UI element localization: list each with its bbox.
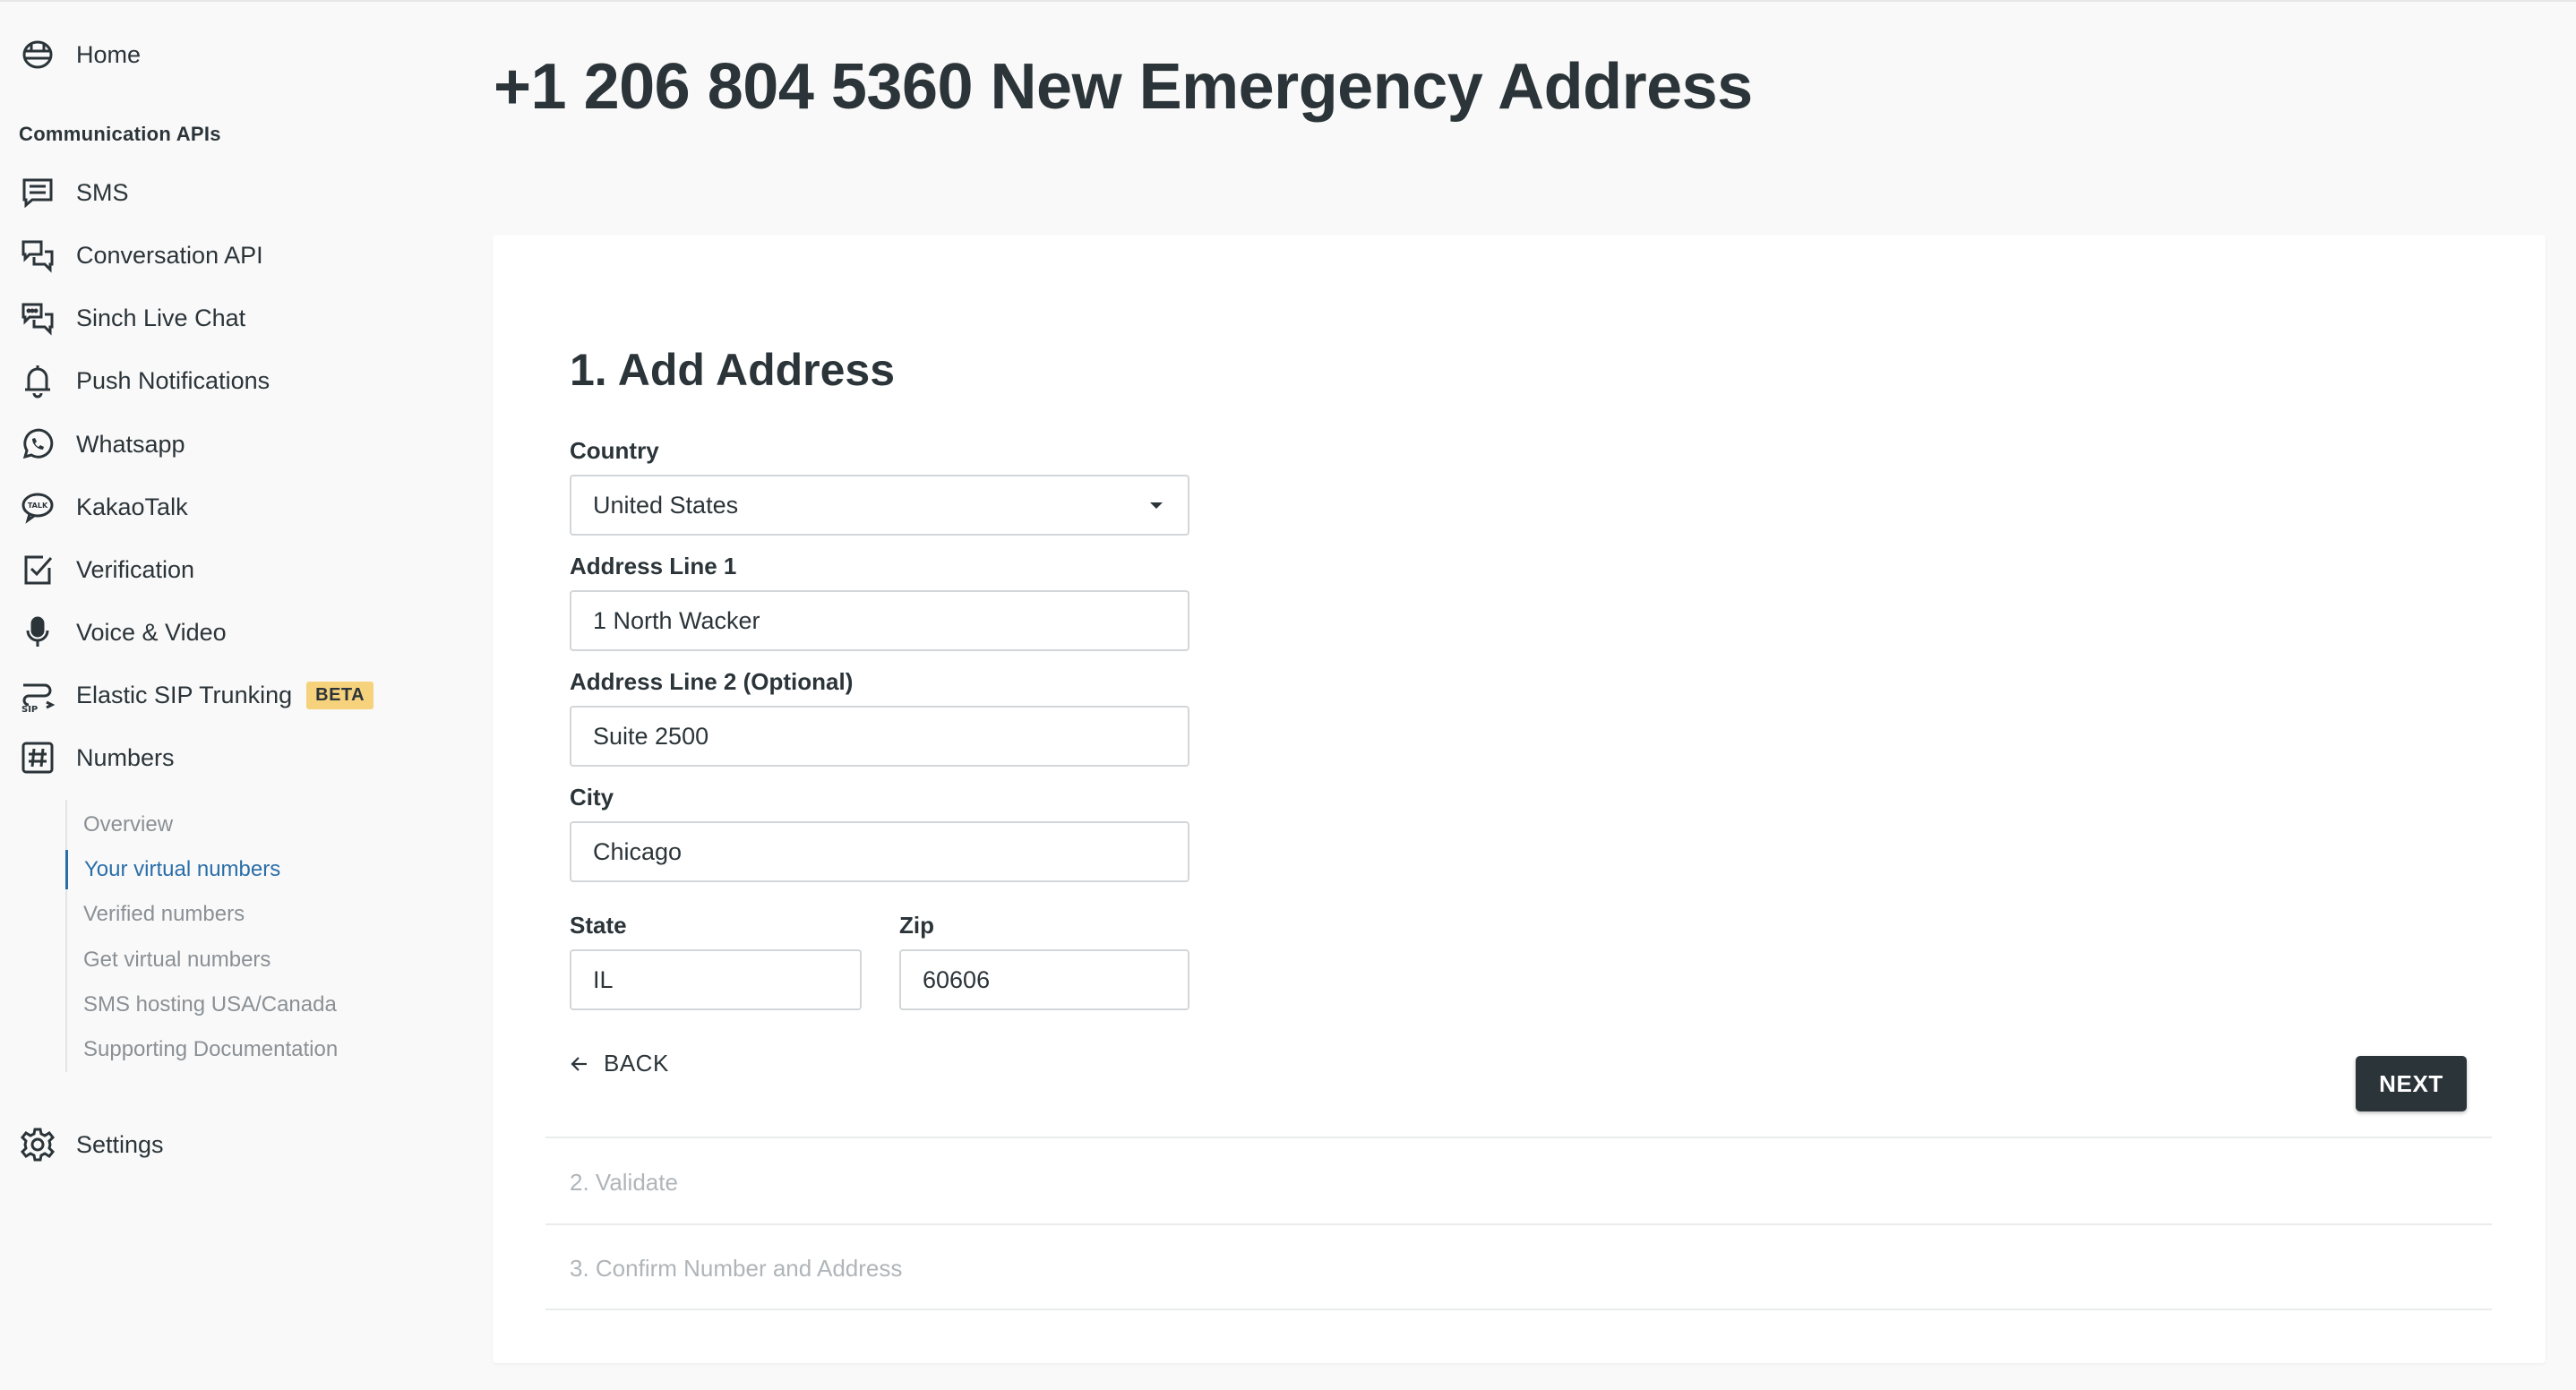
zip-input[interactable]	[923, 965, 1188, 994]
subnav-item-overview[interactable]: Overview	[67, 805, 173, 845]
sidebar-item-label: Elastic SIP Trunking	[76, 681, 293, 708]
sidebar-item-label: KakaoTalk	[76, 493, 188, 520]
conversation-icon	[18, 236, 57, 275]
back-label: BACK	[604, 1050, 669, 1077]
section-title: Communication APIs	[19, 123, 221, 145]
step-confirm: 3. Confirm Number and Address	[570, 1255, 903, 1282]
next-button[interactable]: NEXT	[2356, 1056, 2467, 1111]
subnav-item-sms-hosting[interactable]: SMS hosting USA/Canada	[67, 985, 337, 1025]
kakaotalk-icon: TALK	[18, 487, 57, 527]
subnav-item-supporting-documentation[interactable]: Supporting Documentation	[67, 1030, 338, 1069]
chevron-down-icon	[1150, 502, 1163, 509]
sidebar-item-numbers[interactable]: Numbers	[18, 731, 175, 785]
address-line-2-label: Address Line 2 (Optional)	[570, 668, 854, 695]
arrow-left-icon	[571, 1056, 587, 1071]
sidebar-item-elastic-sip-trunking[interactable]: SIP Elastic SIP Trunking BETA	[18, 668, 374, 722]
sidebar-item-sms[interactable]: SMS	[18, 166, 129, 219]
back-button[interactable]: BACK	[570, 1050, 669, 1077]
divider	[545, 1223, 2492, 1225]
step-validate: 2. Validate	[570, 1169, 678, 1196]
address-form-card: 1. Add Address Country United States Add…	[493, 235, 2546, 1363]
sidebar: Home Communication APIs SMS Conversation…	[0, 0, 484, 1390]
hash-icon	[18, 738, 57, 777]
bell-icon	[18, 361, 57, 400]
page-title: +1 206 804 5360 New Emergency Address	[494, 51, 1753, 123]
sidebar-item-label: Sinch Live Chat	[76, 304, 246, 331]
divider	[545, 1137, 2492, 1138]
sidebar-item-label: Push Notifications	[76, 366, 270, 394]
sidebar-item-label: Numbers	[76, 743, 175, 771]
sidebar-item-label: Voice & Video	[76, 618, 227, 646]
state-input[interactable]	[593, 965, 860, 994]
sidebar-item-label: Settings	[76, 1130, 164, 1158]
gear-icon	[18, 1125, 57, 1164]
sidebar-item-voice-video[interactable]: Voice & Video	[18, 605, 227, 659]
sidebar-item-push-notifications[interactable]: Push Notifications	[18, 354, 270, 408]
numbers-subnav: Overview Your virtual numbers Verified n…	[65, 800, 442, 1072]
live-chat-icon	[18, 298, 57, 338]
address-line-1-field[interactable]	[570, 590, 1189, 651]
sidebar-item-settings[interactable]: Settings	[18, 1118, 164, 1171]
divider	[545, 1308, 2492, 1310]
home-icon	[18, 35, 57, 74]
whatsapp-icon	[18, 425, 57, 464]
sidebar-item-whatsapp[interactable]: Whatsapp	[18, 417, 185, 471]
address-line-2-input[interactable]	[593, 722, 1188, 751]
country-select[interactable]: United States	[570, 475, 1189, 536]
sidebar-item-verification[interactable]: Verification	[18, 543, 194, 596]
sidebar-item-label: Conversation API	[76, 241, 263, 269]
city-field[interactable]	[570, 821, 1189, 882]
step-title: 1. Add Address	[570, 345, 896, 395]
sidebar-item-label: Whatsapp	[76, 430, 185, 458]
address-line-1-input[interactable]	[593, 606, 1188, 635]
city-label: City	[570, 784, 614, 811]
sidebar-item-label: SMS	[76, 178, 129, 206]
microphone-icon	[18, 613, 57, 652]
sip-icon: SIP	[18, 675, 57, 715]
country-label: Country	[570, 437, 659, 464]
subnav-item-verified-numbers[interactable]: Verified numbers	[67, 895, 245, 934]
svg-text:TALK: TALK	[28, 502, 48, 510]
sidebar-item-label: Home	[76, 40, 142, 68]
subnav-item-your-virtual-numbers[interactable]: Your virtual numbers	[65, 850, 280, 889]
svg-text:SIP: SIP	[21, 705, 38, 713]
subnav-item-get-virtual-numbers[interactable]: Get virtual numbers	[67, 940, 270, 980]
sidebar-item-conversation-api[interactable]: Conversation API	[18, 228, 263, 282]
beta-badge: BETA	[306, 681, 374, 709]
sidebar-item-label: Verification	[76, 555, 195, 583]
state-field[interactable]	[570, 949, 862, 1010]
sidebar-item-home[interactable]: Home	[18, 28, 141, 82]
city-input[interactable]	[593, 837, 1188, 866]
verification-check-icon	[18, 550, 57, 589]
address-line-2-field[interactable]	[570, 706, 1189, 767]
address-line-1-label: Address Line 1	[570, 553, 737, 579]
zip-field[interactable]	[899, 949, 1189, 1010]
country-value: United States	[593, 491, 739, 519]
sidebar-item-sinch-live-chat[interactable]: Sinch Live Chat	[18, 291, 245, 345]
sms-icon	[18, 173, 57, 212]
zip-label: Zip	[899, 912, 934, 939]
sidebar-item-kakaotalk[interactable]: TALK KakaoTalk	[18, 480, 188, 534]
state-label: State	[570, 912, 627, 939]
